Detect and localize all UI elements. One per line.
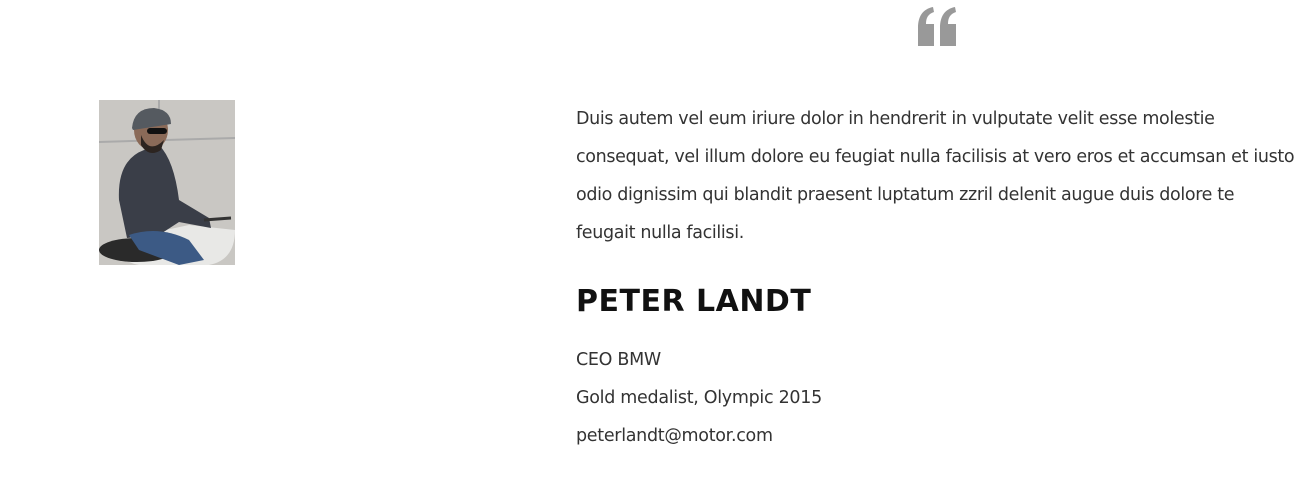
person-email: peterlandt@motor.com <box>576 426 773 446</box>
person-role: CEO BMW <box>576 350 661 370</box>
person-achievement: Gold medalist, Olympic 2015 <box>576 388 822 408</box>
testimonial-content: Duis autem vel eum iriure dolor in hendr… <box>576 100 1296 446</box>
person-name: PETER LANDT <box>576 284 812 319</box>
testimonial-photo <box>99 100 235 265</box>
testimonial-text: Duis autem vel eum iriure dolor in hendr… <box>576 109 1295 243</box>
quote-left-icon <box>918 7 956 46</box>
person-info: CEO BMW Gold medalist, Olympic 2015 pete… <box>576 341 822 455</box>
